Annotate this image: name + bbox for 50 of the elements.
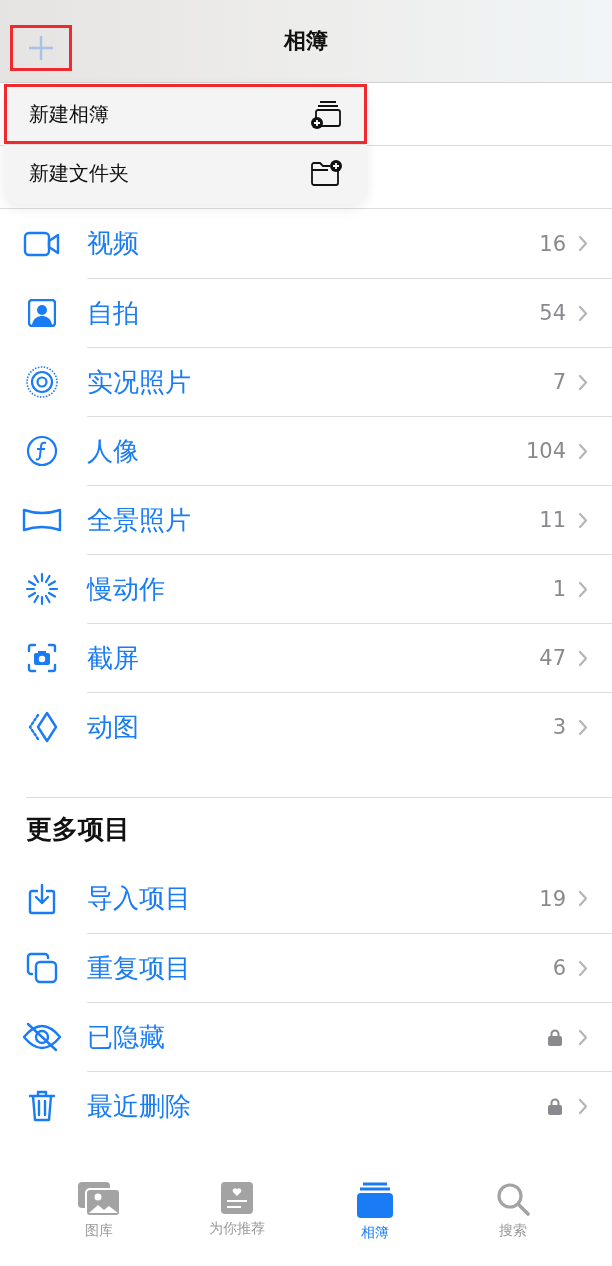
album-row[interactable]: 视频 16 — [87, 209, 612, 278]
tab[interactable]: 为你推荐 — [168, 1166, 306, 1266]
album-row[interactable]: 最近删除 — [87, 1070, 612, 1141]
search-icon — [496, 1182, 530, 1216]
add-button[interactable] — [10, 25, 72, 71]
album-row[interactable]: 导入项目 19 — [87, 864, 612, 933]
chevron-right-icon — [578, 1097, 588, 1115]
chevron-right-icon — [578, 718, 588, 736]
panorama-icon — [21, 506, 62, 533]
album-row[interactable]: 动图 3 — [87, 691, 612, 762]
trash-icon — [27, 1088, 56, 1123]
page-title: 相簿 — [284, 27, 328, 55]
dashed-circle-icon — [24, 571, 59, 606]
menu-item[interactable]: 新建相簿 — [4, 84, 367, 144]
chevron-right-icon — [578, 580, 588, 598]
video-camera-icon — [22, 230, 61, 257]
album-row[interactable]: 重复项目 6 — [87, 932, 612, 1003]
folder-add-icon — [310, 159, 342, 187]
album-row[interactable]: 慢动作 1 — [87, 553, 612, 624]
menu-item[interactable]: 新建文件夹 — [4, 144, 367, 204]
section-title: 更多项目 — [26, 814, 130, 844]
photos-stack-icon — [78, 1182, 120, 1216]
chevron-right-icon — [578, 304, 588, 322]
chevron-right-icon — [578, 442, 588, 460]
chevron-right-icon — [578, 235, 588, 252]
tab[interactable]: 搜索 — [444, 1166, 582, 1266]
duplicate-squares-icon — [25, 951, 58, 984]
camera-frame-icon — [26, 642, 57, 673]
chevron-right-icon — [578, 959, 588, 977]
tab[interactable]: 图库 — [30, 1166, 168, 1266]
album-row[interactable]: 自拍 54 — [87, 277, 612, 348]
download-tray-icon — [26, 882, 57, 915]
chevron-right-icon — [578, 373, 588, 391]
album-row[interactable]: 截屏 47 — [87, 622, 612, 693]
chevron-right-icon — [578, 890, 588, 907]
eye-slash-icon — [21, 1021, 62, 1052]
tab[interactable]: 相簿 — [306, 1166, 444, 1266]
chevron-right-icon — [578, 649, 588, 667]
album-add-icon — [310, 99, 342, 129]
chevron-right-icon — [578, 511, 588, 529]
album-row[interactable]: 实况照片 7 — [87, 346, 612, 417]
album-row[interactable]: 全景照片 11 — [87, 484, 612, 555]
album-row[interactable]: 已隐藏 — [87, 1001, 612, 1072]
f-circle-icon — [25, 434, 58, 467]
heart-card-icon — [221, 1182, 253, 1214]
plus-icon — [27, 34, 55, 62]
album-row[interactable]: 人像 104 — [87, 415, 612, 486]
albums-stack-icon — [357, 1182, 393, 1218]
live-photo-icon — [24, 364, 59, 399]
chevron-right-icon — [578, 1028, 588, 1046]
